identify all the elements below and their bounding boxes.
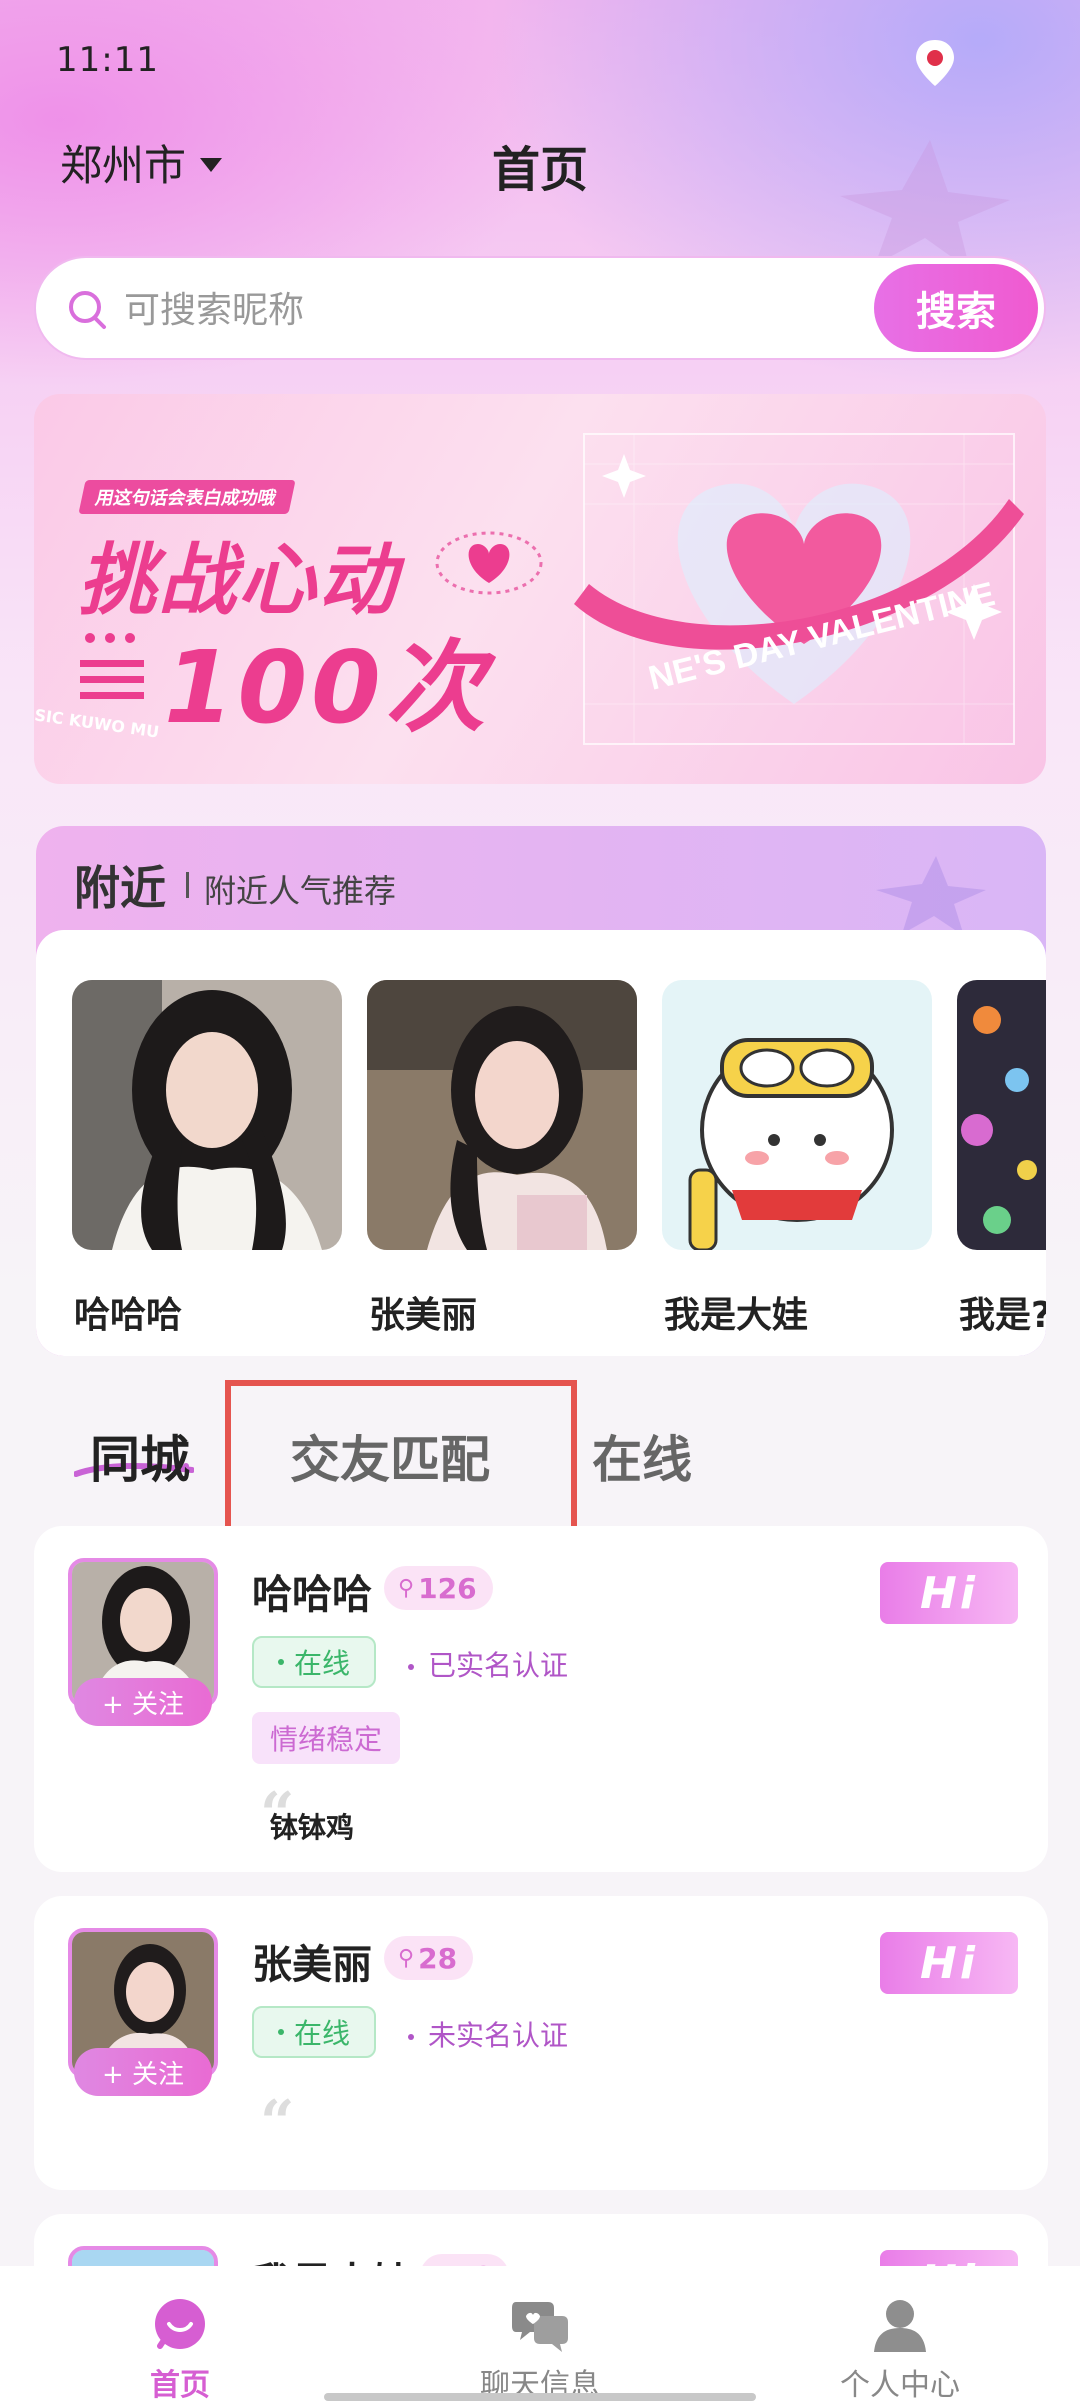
online-badge: 在线 (252, 2006, 376, 2058)
home-indicator (324, 2393, 756, 2401)
nearby-list-container: 哈哈哈 张美丽 我是大娃 我是? (36, 930, 1046, 1356)
user-score: 28 (418, 1941, 458, 1975)
banner-heart-small-icon (435, 531, 543, 595)
quote-icon: “ (260, 2088, 295, 2158)
search-icon (69, 291, 106, 329)
nearby-photo (662, 980, 932, 1250)
nearby-name: 我是? (959, 1295, 1046, 1336)
personality-tag: 情绪稳定 (252, 1712, 401, 1764)
follow-button[interactable]: + 关注 (74, 2048, 212, 2096)
nearby-item[interactable]: 张美丽 (367, 980, 637, 1340)
banner-stripes-decoration (80, 633, 144, 699)
nearby-photo-image (367, 980, 637, 1250)
online-label: 在线 (293, 2017, 350, 2050)
nearby-list: 哈哈哈 张美丽 我是大娃 我是? (72, 980, 1046, 1340)
avatar-wrap: + 关注 (68, 1928, 218, 2096)
online-dot-icon (277, 1659, 284, 1665)
verification-status: 已实名认证 (408, 1644, 568, 1684)
bottom-tab-bar: 首页 聊天信息 个人中心 (0, 2266, 1080, 2408)
tabbar-label: 个人中心 (840, 2368, 960, 2403)
tabbar-item-home[interactable]: 首页 (0, 2266, 360, 2408)
nearby-name: 我是大娃 (664, 1295, 809, 1336)
nearby-photo (367, 980, 637, 1250)
user-name: 张美丽 (252, 1942, 372, 1988)
user-score-badge: ⚲ 28 (384, 1936, 474, 1980)
nearby-photo-image (662, 980, 932, 1250)
home-chat-icon (155, 2299, 205, 2349)
online-label: 在线 (293, 1647, 350, 1680)
banner-tag: 用这句话会表白成功哦 (78, 480, 296, 514)
bullet-icon (408, 1664, 414, 1670)
location-pin-icon (916, 40, 954, 86)
status-bar: 11:11 (0, 0, 1080, 120)
tab-online[interactable]: 在线 (592, 1420, 692, 1492)
verification-label: 已实名认证 (428, 1649, 569, 1682)
nearby-photo (957, 980, 1046, 1250)
online-badge: 在线 (252, 1636, 376, 1688)
bullet-icon (408, 2034, 414, 2040)
nearby-title: 附近 (74, 861, 166, 915)
nearby-name: 张美丽 (369, 1295, 478, 1336)
nearby-item[interactable]: 我是大娃 (662, 980, 932, 1340)
user-card[interactable]: + 关注 哈哈哈 ⚲ 126 在线 已实名认证 情绪稳定 “ 钵钵鸡 Hi (34, 1526, 1048, 1872)
tab-same-city[interactable]: 同城 (90, 1420, 190, 1492)
nearby-section: 附近 附近人气推荐 哈哈哈 张美丽 我是大娃 我是? (36, 826, 1046, 1356)
page-title: 首页 (491, 142, 588, 198)
status-time: 11:11 (56, 40, 159, 80)
avatar-wrap: + 关注 (68, 1558, 218, 1726)
verification-status: 未实名认证 (408, 2014, 568, 2054)
tabbar-item-profile[interactable]: 个人中心 (720, 2266, 1080, 2408)
say-hi-button[interactable]: Hi (880, 1562, 1018, 1624)
nearby-photo-image (957, 980, 1046, 1250)
banner-title-line2: 100次 (164, 629, 489, 746)
say-hi-button[interactable]: Hi (880, 1932, 1018, 1994)
header: 郑州市 首页 (0, 120, 1080, 200)
tabbar-label: 首页 (150, 2368, 210, 2403)
nearby-name: 哈哈哈 (74, 1295, 183, 1336)
star-decoration-icon (876, 856, 986, 936)
pin-icon: ⚲ (398, 1575, 415, 1601)
user-name: 哈哈哈 (252, 1572, 372, 1618)
user-score: 126 (418, 1571, 477, 1605)
banner-side-text: SIC KUWO MU (34, 705, 161, 742)
user-card[interactable]: + 关注 张美丽 ⚲ 28 在线 未实名认证 “ Hi (34, 1896, 1048, 2190)
valentine-heart-illustration: NE'S DAY VALENTINE (574, 433, 1024, 745)
search-input[interactable] (124, 280, 884, 340)
nearby-photo (72, 980, 342, 1250)
follow-button[interactable]: + 关注 (74, 1678, 212, 1726)
user-quote: 钵钵鸡 (270, 1811, 355, 1844)
search-bar: 搜索 (34, 256, 1046, 360)
nearby-subtitle: 附近人气推荐 (204, 872, 397, 910)
nearby-photo-image (72, 980, 342, 1250)
user-score-badge: ⚲ 126 (384, 1566, 493, 1610)
tabbar-item-chat[interactable]: 聊天信息 (360, 2266, 720, 2408)
chat-bubbles-icon (512, 2302, 568, 2352)
online-dot-icon (277, 2029, 284, 2035)
verification-label: 未实名认证 (428, 2019, 569, 2052)
search-button[interactable]: 搜索 (874, 264, 1038, 352)
pin-icon: ⚲ (398, 1945, 415, 1971)
nearby-item[interactable]: 哈哈哈 (72, 980, 342, 1340)
nearby-divider (186, 872, 189, 898)
nearby-item[interactable]: 我是? (957, 980, 1046, 1340)
promo-banner[interactable]: 用这句话会表白成功哦 挑战心动 100次 NE'S DAY VALENTINE … (34, 394, 1046, 784)
person-icon (874, 2300, 926, 2352)
